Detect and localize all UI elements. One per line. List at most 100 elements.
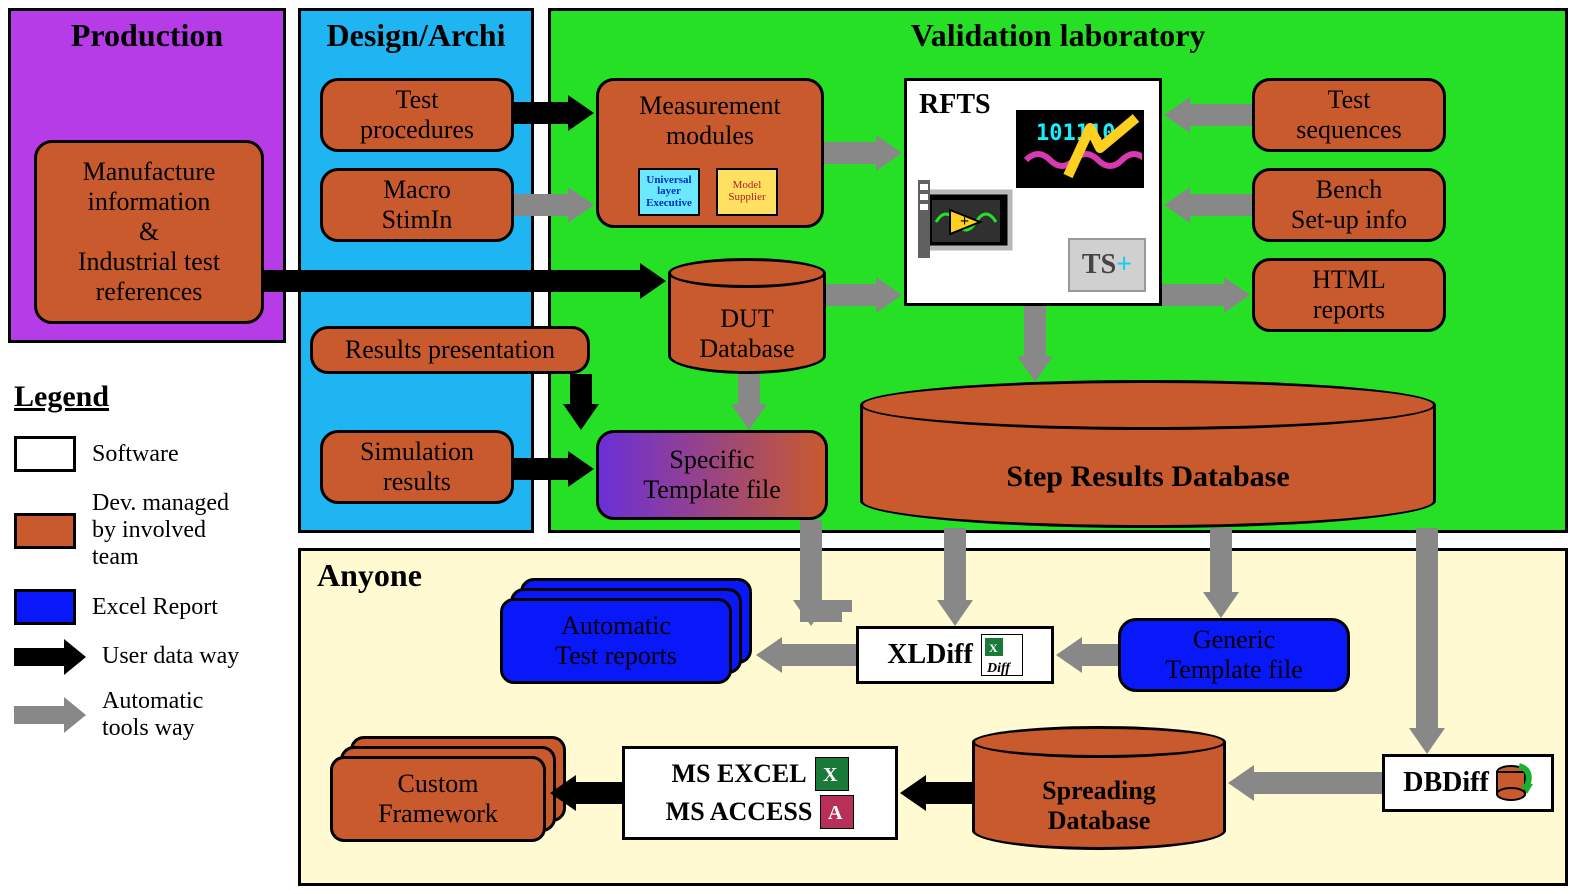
msaccess-label: MS ACCESS [666, 797, 813, 827]
arrow-testseq-rfts-head [1164, 97, 1190, 133]
legend-software-label: Software [92, 441, 179, 468]
gentmpl-box: Generic Template file [1118, 618, 1350, 692]
custom-stack: Custom Framework [330, 756, 546, 842]
arrow-spread-ms [924, 782, 972, 804]
arrow-respres-spec-head [563, 404, 599, 430]
arrow-rfts-stepres-head [1017, 356, 1053, 382]
arrow-respres-spec [570, 374, 592, 406]
arrow-manuf-dut [264, 270, 642, 292]
testproc-box: Test procedures [320, 78, 514, 152]
arrow-dut-rfts [826, 284, 878, 306]
custom-label: Custom Framework [330, 756, 546, 842]
svg-text:A: A [828, 802, 843, 824]
ts-icon: TS+ [1068, 238, 1146, 292]
manufacture-box: Manufacture information & Industrial tes… [34, 140, 264, 324]
arrow-testproc-measmod [514, 102, 570, 124]
dbdiff-icon [1495, 762, 1533, 804]
arrow-dut-rfts-head [876, 277, 902, 313]
arrow-measmod-rfts-head [876, 135, 902, 171]
legend-excel-label: Excel Report [92, 594, 218, 621]
anyone-title: Anyone [301, 551, 1565, 600]
arrow-sim-spec [514, 458, 570, 480]
arrow-spread-ms-head [900, 775, 926, 811]
dbdiff-box: DBDiff [1382, 754, 1554, 812]
simresults-box: Simulation results [320, 430, 514, 504]
legend-dev-swatch [14, 513, 76, 549]
svg-text:X: X [989, 641, 998, 655]
arrow-ms-custom-head [550, 775, 576, 811]
legend-toolsway-label: Automatic tools way [102, 688, 203, 742]
macro-box: Macro StimIn [320, 168, 514, 242]
arrow-stepres-dbdiff [1416, 528, 1438, 730]
svg-text:Diff: Diff [986, 661, 1011, 676]
arrow-dbdiff-spread [1252, 772, 1382, 794]
svg-text:X: X [823, 764, 838, 786]
arrow-xldiff-auto [780, 644, 856, 666]
arrow-gen-xldiff-head [1056, 637, 1082, 673]
arrow-stepres-xldiff [944, 528, 966, 602]
arrow-gen-xldiff [1080, 644, 1118, 666]
dut-db: DUT Database [668, 258, 826, 374]
stepres-db-label: Step Results Database [860, 460, 1436, 494]
arrow-stepres-gen-head [1203, 592, 1239, 618]
arrow-ms-custom [574, 782, 622, 804]
labview-icon: + [918, 180, 1014, 258]
arrow-stepres-xldiff-head [937, 600, 973, 626]
dbdiff-label: DBDiff [1403, 767, 1489, 799]
arrow-measmod-rfts [824, 142, 878, 164]
production-title: Production [11, 11, 283, 60]
legend-dev-label: Dev. managed by involved team [92, 490, 229, 571]
arrow-macro-measmod-head [568, 187, 594, 223]
access-icon: A [820, 795, 854, 829]
arrow-dut-down [738, 374, 760, 406]
legend-grey-arrow-icon [14, 704, 86, 726]
arrow-rfts-html [1162, 284, 1226, 306]
spreading-db: Spreading Database [972, 726, 1226, 850]
msoffice-box: MS EXCEL X MS ACCESS A [622, 746, 898, 840]
arrow-xldiff-auto-head [756, 637, 782, 673]
legend-software-swatch [14, 436, 76, 472]
arrow-manuf-dut-head [640, 263, 666, 299]
arrow-testseq-rfts [1188, 104, 1252, 126]
autotest-stack: Automatic Test reports [500, 598, 732, 684]
arrow-spec-xldiff [800, 520, 822, 602]
xldiff-label: XLDiff [887, 639, 973, 671]
arrow-rfts-html-head [1224, 277, 1250, 313]
ule-mini-icon: Universal layer Executive [638, 168, 700, 216]
arrow-rfts-stepres [1024, 306, 1046, 358]
design-title: Design/Archi [301, 11, 531, 60]
bench-box: Bench Set-up info [1252, 168, 1446, 242]
validation-title: Validation laboratory [551, 11, 1565, 60]
svg-text:+: + [960, 213, 969, 230]
arrow-dbdiff-spread-head [1228, 765, 1254, 801]
resultspres-box: Results presentation [310, 326, 590, 374]
rfts-label: RFTS [919, 89, 991, 121]
dut-db-label: DUT Database [668, 304, 826, 364]
legend-excel-swatch [14, 589, 76, 625]
measmod-box: Measurement modules [596, 78, 824, 228]
testseq-box: Test sequences [1252, 78, 1446, 152]
legend-userway-label: User data way [102, 643, 239, 670]
arrow-dut-down-head [731, 404, 767, 430]
arrow-bench-rfts [1188, 194, 1252, 216]
legend-black-arrow-icon [14, 646, 86, 668]
arrow-sim-spec-head [568, 451, 594, 487]
autotest-label: Automatic Test reports [500, 598, 732, 684]
arrow-testproc-measmod-head [568, 95, 594, 131]
arrow-stepres-dbdiff-head [1409, 728, 1445, 754]
teststand-icon: 101110 [1016, 110, 1144, 188]
spreading-db-label: Spreading Database [972, 776, 1226, 836]
arrow-spec-xldiff2b [830, 600, 852, 612]
legend-title: Legend [14, 380, 274, 414]
arrow-macro-measmod [514, 194, 570, 216]
excel-diff-icon: X Diff [981, 634, 1023, 676]
arrow-bench-rfts-head [1164, 187, 1190, 223]
htmlrep-box: HTML reports [1252, 258, 1446, 332]
excel-icon: X [815, 757, 849, 791]
msexcel-label: MS EXCEL [671, 759, 806, 789]
model-mini-label: Model Supplier [718, 180, 776, 203]
spectmpl-box: Specific Template file [596, 430, 828, 520]
ts-label: TS [1082, 249, 1116, 281]
arrow-stepres-gen [1210, 528, 1232, 594]
xldiff-box: XLDiff X Diff [856, 626, 1054, 684]
